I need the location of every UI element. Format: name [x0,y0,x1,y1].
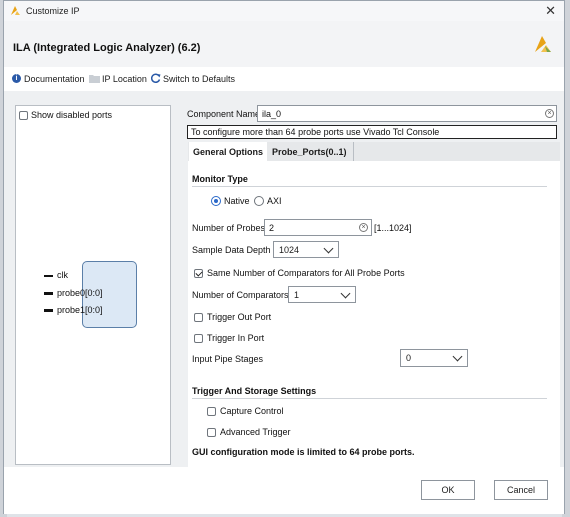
number-of-comparators-label: Number of Comparators [192,290,289,300]
ok-button[interactable]: OK [421,480,475,500]
documentation-link[interactable]: Documentation [24,74,85,84]
port-label-probe1: probe1[0:0] [57,305,103,315]
component-name-label: Component Name [187,109,261,119]
gui-limit-note: GUI configuration mode is limited to 64 … [192,447,415,457]
input-pipe-stages-label: Input Pipe Stages [192,354,264,364]
axi-radio[interactable] [254,195,264,206]
port-label-clk: clk [57,270,68,280]
dialog-footer [4,467,564,514]
same-comparators-label: Same Number of Comparators for All Probe… [207,268,405,278]
capture-control-checkbox[interactable] [207,406,216,417]
same-comparators-checkbox[interactable] [194,268,203,279]
sample-data-depth-value: 1024 [279,245,300,255]
chevron-down-icon [452,351,463,362]
ip-title: ILA (Integrated Logic Analyzer) (6.2) [13,42,201,54]
advanced-trigger-label: Advanced Trigger [220,427,291,437]
show-disabled-ports-label: Show disabled ports [31,110,113,120]
number-of-comparators-value: 1 [294,290,300,300]
console-note-banner: To configure more than 64 probe ports us… [187,125,557,139]
native-label: Native [224,196,250,206]
sample-data-depth-label: Sample Data Depth [192,245,271,255]
switch-to-defaults-link[interactable]: Switch to Defaults [163,74,235,84]
section-divider [192,398,547,399]
toolbar [4,67,564,91]
input-pipe-stages-select[interactable]: 0 [400,349,468,367]
info-icon: i [12,74,21,83]
number-of-probes-value: 2 [269,223,275,233]
input-pipe-stages-value: 0 [406,353,412,363]
number-of-comparators-select[interactable]: 1 [288,286,356,303]
clear-icon[interactable]: × [545,109,554,118]
monitor-type-title: Monitor Type [192,174,248,184]
section-divider [192,186,547,187]
trigger-in-port-checkbox[interactable] [194,333,203,344]
advanced-trigger-checkbox[interactable] [207,427,216,438]
component-name-value: ila_0 [262,109,282,119]
cancel-button[interactable]: Cancel [494,480,548,500]
trigger-in-port-label: Trigger In Port [207,333,265,343]
tab-probe-ports[interactable]: Probe_Ports(0..1) [268,142,354,161]
axi-label: AXI [267,196,282,206]
native-radio[interactable] [211,195,221,206]
trigger-out-port-label: Trigger Out Port [207,312,272,322]
customize-ip-dialog: Customize IP ✕ ILA (Integrated Logic Ana… [3,0,565,514]
vivado-logo-icon [11,6,20,15]
chevron-down-icon [323,243,334,254]
port-label-probe0: probe0[0:0] [57,288,103,298]
sample-data-depth-select[interactable]: 1024 [273,241,339,258]
close-icon[interactable]: ✕ [545,3,556,19]
vivado-brand-logo-icon [535,36,551,52]
component-name-input[interactable]: ila_0 [257,105,557,122]
port-pin-probe1 [44,309,53,312]
title-bar: Customize IP ✕ [4,1,564,21]
tab-general-options[interactable]: General Options [189,142,267,161]
folder-icon [89,75,100,83]
console-note-text: To configure more than 64 probe ports us… [191,127,440,137]
trigger-storage-title: Trigger And Storage Settings [192,386,317,396]
number-of-probes-label: Number of Probes [192,223,266,233]
chevron-down-icon [340,288,351,299]
port-pin-clk [44,275,53,277]
clear-icon[interactable]: × [359,223,368,232]
ip-location-link[interactable]: IP Location [102,74,147,84]
number-of-probes-range: [1...1024] [374,223,412,233]
show-disabled-ports-checkbox[interactable] [19,110,28,121]
port-pin-probe0 [44,292,53,295]
trigger-out-port-checkbox[interactable] [194,312,203,323]
number-of-probes-input[interactable]: 2 [264,219,372,236]
refresh-icon [151,73,161,83]
window-title: Customize IP [26,6,80,16]
capture-control-label: Capture Control [220,406,284,416]
